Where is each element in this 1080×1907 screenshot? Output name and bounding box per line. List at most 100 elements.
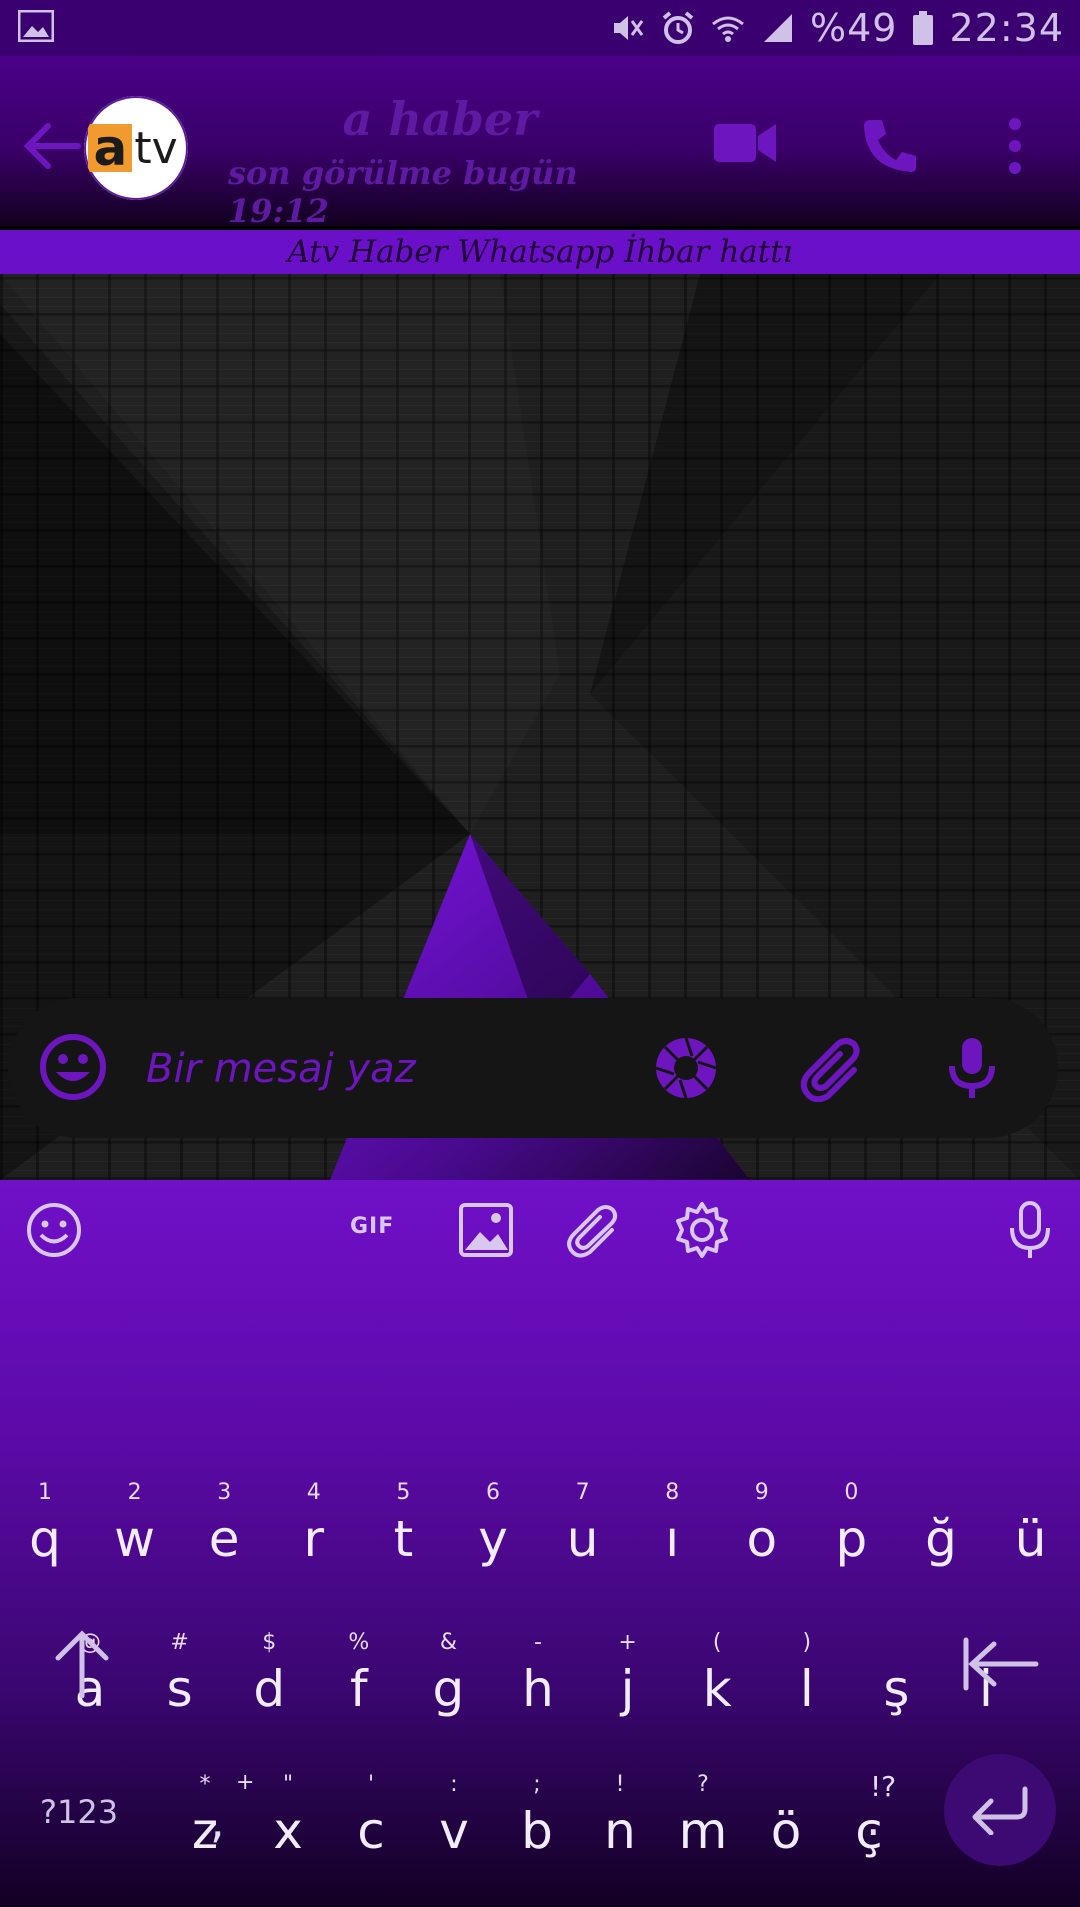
chat-header: a tv a haber son görülme bugün 19:12	[0, 56, 1080, 230]
period-key[interactable]: !? .	[860, 1770, 920, 1850]
key-row1-0[interactable]: 1q	[5, 1480, 85, 1600]
avatar-logo-suffix: tv	[134, 122, 178, 174]
key-row1-2[interactable]: 3e	[184, 1480, 264, 1600]
key-row2-5[interactable]: -h	[498, 1630, 578, 1750]
voice-call-icon[interactable]	[860, 116, 920, 176]
key-row2-3[interactable]: % f	[319, 1630, 399, 1750]
key-label: k	[702, 1660, 732, 1718]
voice-input-icon[interactable]	[1000, 1200, 1060, 1260]
key-row3-5[interactable]: ! n	[580, 1772, 660, 1892]
camera-icon[interactable]	[652, 1034, 720, 1102]
key-row3-1[interactable]: " x	[248, 1772, 328, 1892]
status-bar: %49 22:34	[0, 0, 1080, 56]
attachment-icon[interactable]	[798, 1034, 866, 1102]
key-label: e	[208, 1510, 240, 1568]
comma-key[interactable]: + ,	[200, 1770, 260, 1850]
shift-key-icon[interactable]	[52, 1628, 112, 1698]
key-row1-3[interactable]: 4r	[274, 1480, 354, 1600]
key-label: o	[746, 1510, 778, 1568]
key-label: s	[166, 1660, 193, 1718]
screen: %49 22:34 a tv a haber son görülme bugün…	[0, 0, 1080, 1907]
key-row2-8[interactable]: ) l	[767, 1630, 847, 1750]
microphone-icon[interactable]	[938, 1034, 1006, 1102]
key-hint: 6	[486, 1480, 500, 1505]
key-row2-9[interactable]: ş	[856, 1630, 936, 1750]
key-label: p	[835, 1510, 868, 1568]
key-hint: &	[439, 1630, 457, 1655]
key-label: ş	[883, 1660, 910, 1718]
key-hint: -	[534, 1630, 542, 1655]
key-row1-5[interactable]: 6y	[453, 1480, 533, 1600]
key-hint: %	[348, 1630, 370, 1655]
key-hint: 2	[127, 1480, 142, 1505]
key-row1-11[interactable]: ü	[991, 1480, 1071, 1600]
key-hint: 1	[38, 1480, 52, 1505]
symbols-key[interactable]: ?123	[40, 1793, 118, 1831]
key-label: q	[29, 1510, 61, 1568]
key-row3-4[interactable]: ; b	[497, 1772, 577, 1892]
backspace-key-icon[interactable]	[960, 1634, 1040, 1694]
key-label: c	[357, 1802, 385, 1860]
key-hint: !	[615, 1772, 625, 1797]
key-row2-1[interactable]: # s	[140, 1630, 220, 1750]
key-hint: )	[802, 1630, 812, 1655]
more-options-icon[interactable]	[1000, 116, 1030, 176]
key-row3-6[interactable]: ? m	[663, 1772, 743, 1892]
back-arrow-icon[interactable]	[20, 120, 82, 172]
key-label: m	[678, 1802, 728, 1860]
key-row1-6[interactable]: 7u	[543, 1480, 623, 1600]
last-seen-status: son görülme bugün 19:12	[228, 154, 578, 230]
key-label: ı	[665, 1510, 680, 1568]
key-label: d	[253, 1660, 286, 1718]
key-hint: 3	[217, 1480, 232, 1505]
key-label: ü	[1014, 1510, 1047, 1568]
key-hint: 4	[306, 1480, 321, 1505]
key-label: w	[114, 1510, 156, 1568]
key-row3-3[interactable]: :v	[414, 1772, 494, 1892]
avatar-logo-letter: a	[88, 119, 133, 177]
key-hint: '	[367, 1772, 375, 1797]
key-row1-1[interactable]: 2w	[95, 1480, 175, 1600]
key-row3-7[interactable]: ö	[746, 1772, 826, 1892]
key-label: v	[439, 1802, 469, 1860]
emoji-icon[interactable]	[38, 1032, 108, 1102]
key-row1-7[interactable]: 8ı	[632, 1480, 712, 1600]
key-label: y	[478, 1510, 508, 1568]
image-icon[interactable]	[456, 1200, 516, 1260]
key-row2-4[interactable]: & g	[408, 1630, 488, 1750]
key-hint: +	[618, 1630, 637, 1655]
key-label: l	[799, 1660, 814, 1718]
comma-key-label: ,	[210, 1794, 225, 1848]
key-row1-4[interactable]: 5t	[363, 1480, 443, 1600]
key-label: ğ	[925, 1510, 957, 1568]
keyboard-toolbar: GIF	[0, 1180, 1080, 1280]
enter-key[interactable]	[944, 1754, 1056, 1866]
contact-avatar[interactable]: a tv	[84, 96, 188, 200]
wifi-icon	[712, 16, 744, 42]
key-label: r	[303, 1510, 325, 1568]
key-hint: 5	[396, 1480, 411, 1505]
key-row2-6[interactable]: + j	[588, 1630, 668, 1750]
mute-icon	[614, 16, 644, 40]
key-row1-10[interactable]: ğ	[901, 1480, 981, 1600]
video-call-icon[interactable]	[712, 118, 778, 168]
key-hint: $	[262, 1630, 277, 1655]
enter-arrow-icon	[972, 1786, 1028, 1835]
key-row1-8[interactable]: 9o	[722, 1480, 802, 1600]
key-row2-7[interactable]: (k	[677, 1630, 757, 1750]
key-row1-9[interactable]: 0p	[811, 1480, 891, 1600]
key-row3-2[interactable]: ' c	[331, 1772, 411, 1892]
gif-button[interactable]: GIF	[350, 1214, 394, 1239]
message-input[interactable]	[144, 1038, 588, 1100]
settings-gear-icon[interactable]	[672, 1200, 732, 1260]
contact-name[interactable]: a haber	[230, 92, 650, 146]
key-label: h	[522, 1660, 554, 1718]
clip-icon[interactable]	[564, 1200, 624, 1260]
key-row2-2[interactable]: $ d	[229, 1630, 309, 1750]
emoji-keyboard-icon[interactable]	[24, 1200, 84, 1260]
key-label: n	[604, 1802, 636, 1860]
key-hint: 9	[754, 1480, 769, 1505]
key-label: j	[620, 1660, 635, 1718]
key-hint: ;	[533, 1772, 541, 1797]
key-label: u	[566, 1510, 599, 1568]
